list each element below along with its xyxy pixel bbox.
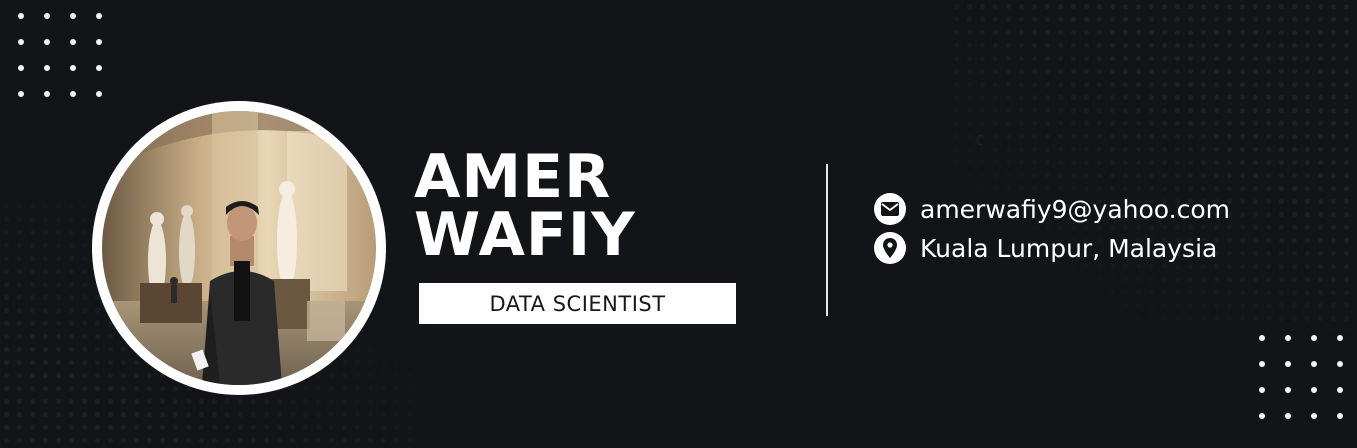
decor-dot bbox=[1285, 387, 1291, 393]
contact-location: Kuala Lumpur, Malaysia bbox=[874, 232, 1217, 264]
decor-dot bbox=[44, 13, 50, 19]
moon-decoration: ☾ bbox=[975, 133, 988, 149]
contact-email[interactable]: amerwafiy9@yahoo.com bbox=[874, 193, 1230, 225]
email-text[interactable]: amerwafiy9@yahoo.com bbox=[920, 195, 1230, 224]
decor-dot bbox=[1337, 387, 1343, 393]
decor-dot bbox=[70, 65, 76, 71]
decor-dot bbox=[44, 39, 50, 45]
vertical-divider bbox=[826, 164, 828, 316]
decor-dot bbox=[1337, 361, 1343, 367]
profile-photo bbox=[102, 111, 376, 385]
decor-dot bbox=[1311, 413, 1317, 419]
museum-portrait-illustration bbox=[102, 111, 376, 385]
decor-dot bbox=[70, 13, 76, 19]
decor-dot bbox=[70, 91, 76, 97]
job-title: DATA SCIENTIST bbox=[489, 291, 666, 316]
decor-dot bbox=[70, 39, 76, 45]
decor-dot bbox=[1259, 413, 1265, 419]
profile-photo-frame bbox=[92, 101, 386, 395]
decor-dot bbox=[44, 65, 50, 71]
location-text: Kuala Lumpur, Malaysia bbox=[920, 233, 1218, 263]
decor-dot bbox=[1285, 361, 1291, 367]
decor-dot bbox=[96, 13, 102, 19]
decor-dot bbox=[1311, 335, 1317, 341]
decor-dot bbox=[96, 39, 102, 45]
name-line-first: AMER bbox=[414, 142, 612, 212]
decor-dot bbox=[44, 91, 50, 97]
decor-dot bbox=[96, 65, 102, 71]
decor-dot bbox=[1259, 335, 1265, 341]
location-pin-icon bbox=[874, 232, 906, 264]
decor-dot bbox=[1311, 361, 1317, 367]
email-icon bbox=[874, 193, 906, 225]
decor-dot bbox=[1259, 387, 1265, 393]
person-name: AMER WAFIY bbox=[414, 142, 774, 270]
decor-dot bbox=[1285, 413, 1291, 419]
decor-dot bbox=[18, 13, 24, 19]
decor-dot bbox=[18, 39, 24, 45]
decor-dot bbox=[1285, 335, 1291, 341]
decor-dot bbox=[1311, 387, 1317, 393]
decor-dot bbox=[1337, 413, 1343, 419]
decor-dot bbox=[96, 91, 102, 97]
decor-dot bbox=[18, 65, 24, 71]
name-line-last: WAFIY bbox=[414, 200, 636, 270]
job-title-badge: DATA SCIENTIST bbox=[419, 283, 736, 324]
decor-dot bbox=[1337, 335, 1343, 341]
halftone-pattern-right bbox=[950, 0, 1357, 330]
decor-dot bbox=[18, 91, 24, 97]
decor-dot bbox=[1259, 361, 1265, 367]
